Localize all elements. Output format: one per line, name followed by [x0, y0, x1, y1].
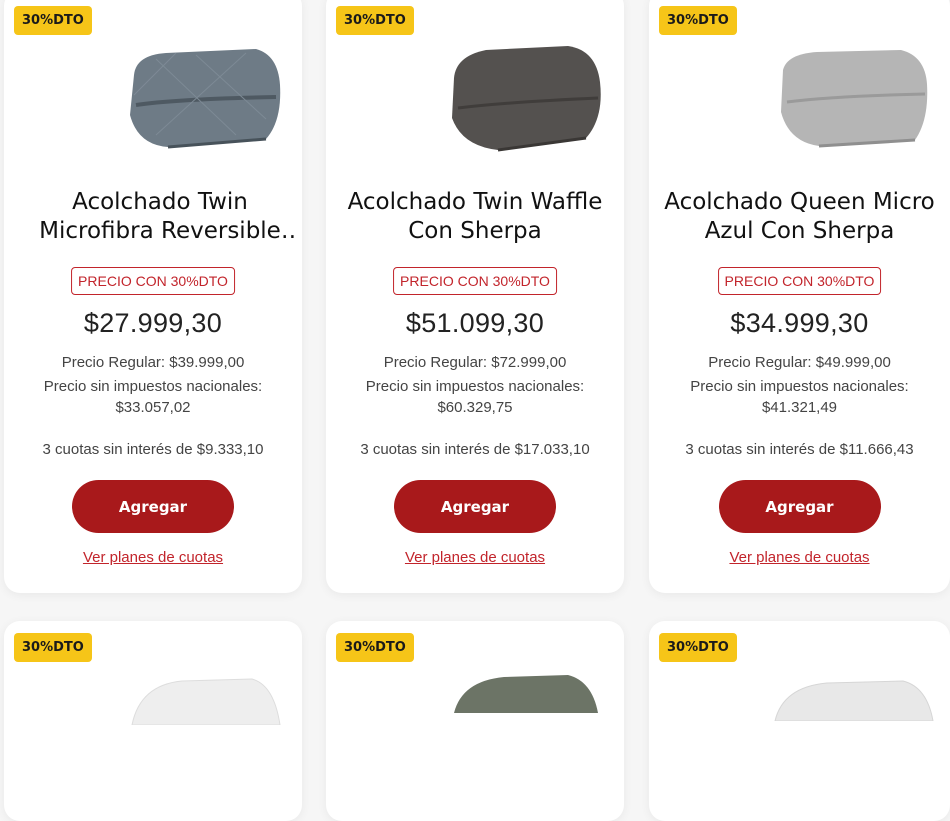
product-title[interactable]: Acolchado Twin Waffle Con Sherpa — [334, 188, 616, 246]
discount-badge: 30%DTO — [659, 633, 737, 662]
installment-plans-link[interactable]: Ver planes de cuotas — [326, 549, 624, 566]
installment-plans-link[interactable]: Ver planes de cuotas — [649, 549, 950, 566]
price-without-taxes-value: $60.329,75 — [437, 399, 513, 416]
product-card[interactable]: 30%DTO Acolchado Twin Waffle Con Sherpa … — [326, 0, 624, 593]
discount-badge: 30%DTO — [14, 633, 92, 662]
blanket-image — [131, 678, 281, 725]
discount-price-tag: PRECIO CON 30%DTO — [393, 267, 557, 295]
product-price: $27.999,30 — [83, 308, 223, 338]
installments-text: 3 cuotas sin interés de $11.666,43 — [685, 441, 914, 458]
regular-price: Precio Regular: $39.999,00 — [61, 354, 245, 371]
product-card[interactable]: 30%DTO — [326, 621, 624, 821]
product-card[interactable]: 30%DTO Acolchado Twin Microfibra Reversi… — [4, 0, 302, 593]
regular-price: Precio Regular: $72.999,00 — [383, 354, 567, 371]
product-title[interactable]: Acolchado Twin Microfibra Reversible Gri… — [26, 188, 294, 246]
blanket-image — [774, 680, 934, 721]
discount-badge: 30%DTO — [336, 633, 414, 662]
blanket-image — [781, 50, 928, 148]
price-without-taxes-label: Precio sin impuestos nacionales: — [690, 378, 909, 395]
product-card[interactable]: 30%DTO Acolchado Queen Micro Azul Con Sh… — [649, 0, 950, 593]
product-price: $34.999,30 — [730, 308, 869, 338]
blanket-image — [452, 46, 601, 152]
price-without-taxes: Precio sin impuestos nacionales: $33.057… — [24, 376, 282, 418]
price-without-taxes-label: Precio sin impuestos nacionales: — [365, 378, 585, 395]
discount-badge: 30%DTO — [659, 6, 737, 35]
installment-plans-link[interactable]: Ver planes de cuotas — [4, 549, 302, 566]
product-price: $51.099,30 — [405, 308, 545, 338]
blanket-image — [454, 675, 598, 713]
discount-badge: 30%DTO — [14, 6, 92, 35]
price-without-taxes-label: Precio sin impuestos nacionales: — [43, 378, 263, 395]
price-without-taxes: Precio sin impuestos nacionales: $41.321… — [669, 376, 930, 418]
installments-text: 3 cuotas sin interés de $17.033,10 — [360, 441, 590, 458]
add-to-cart-button[interactable]: Agregar — [718, 480, 881, 533]
discount-badge: 30%DTO — [336, 6, 414, 35]
blanket-image — [130, 49, 281, 149]
price-without-taxes-value: $41.321,49 — [761, 399, 838, 416]
price-without-taxes-value: $33.057,02 — [115, 399, 191, 416]
regular-price: Precio Regular: $49.999,00 — [708, 354, 891, 371]
installments-text: 3 cuotas sin interés de $9.333,10 — [42, 441, 264, 458]
add-to-cart-button[interactable]: Agregar — [72, 480, 234, 533]
price-without-taxes: Precio sin impuestos nacionales: $60.329… — [346, 376, 604, 418]
discount-price-tag: PRECIO CON 30%DTO — [71, 267, 235, 295]
add-to-cart-button[interactable]: Agregar — [394, 480, 556, 533]
product-card[interactable]: 30%DTO — [649, 621, 950, 821]
product-card[interactable]: 30%DTO — [4, 621, 302, 821]
product-title[interactable]: Acolchado Queen Micro Azul Con Sherpa — [659, 188, 940, 246]
discount-price-tag: PRECIO CON 30%DTO — [717, 267, 882, 295]
